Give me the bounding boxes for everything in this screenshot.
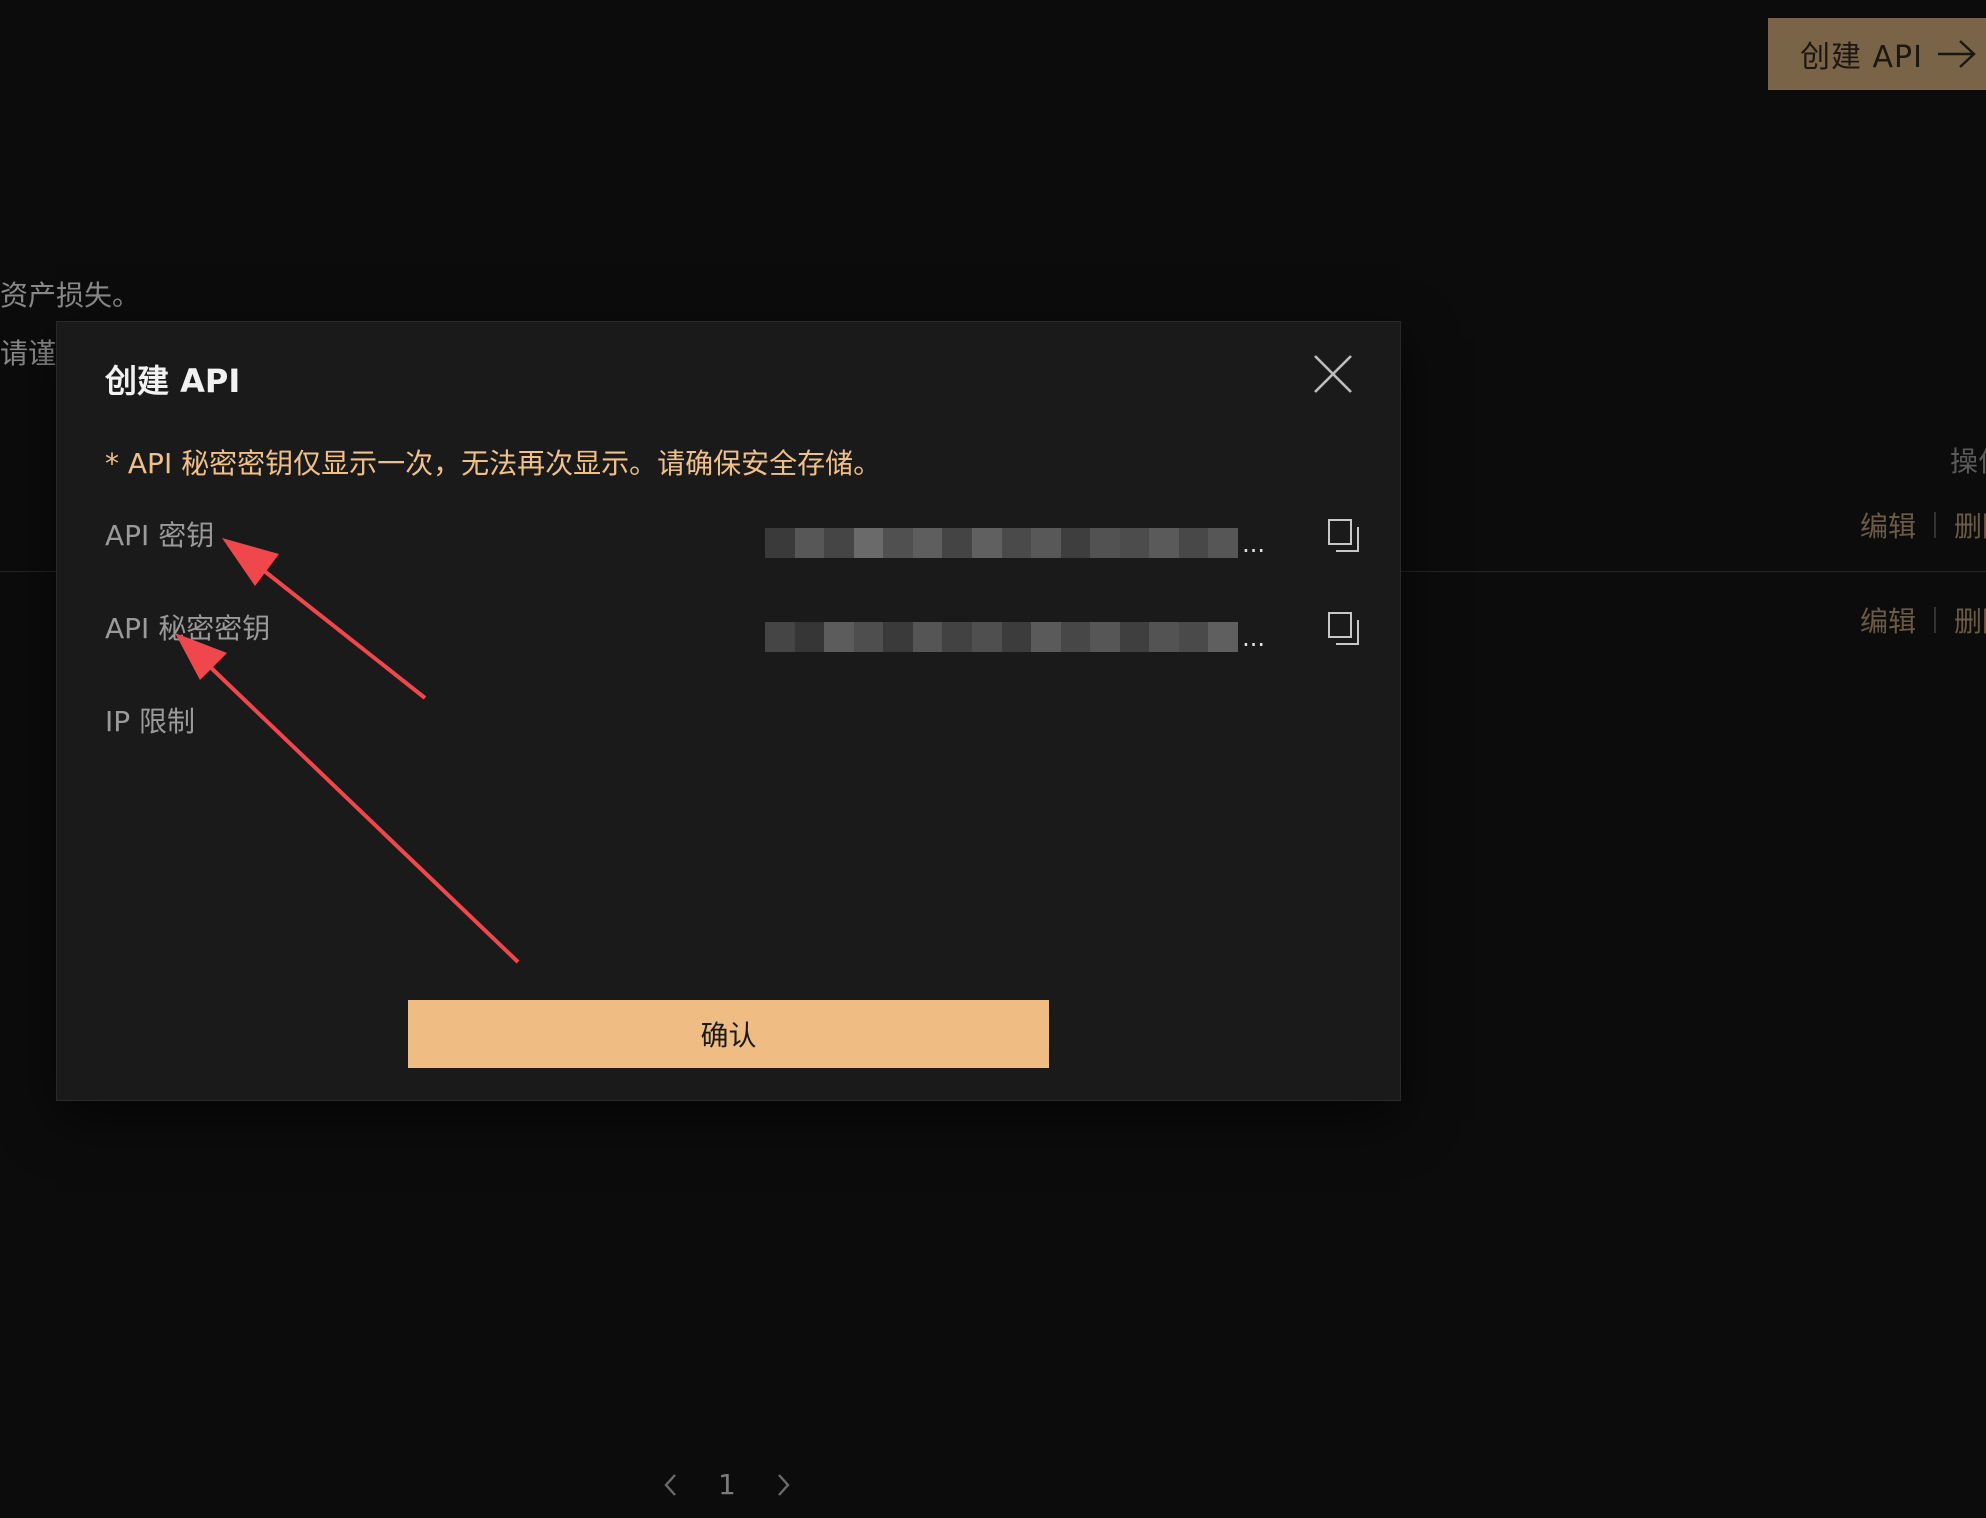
divider <box>1934 607 1937 633</box>
api-secret-key-label: API 秘密密钥 <box>105 612 271 645</box>
chevron-left-icon[interactable] <box>660 1471 682 1499</box>
chevron-right-icon[interactable] <box>772 1471 794 1499</box>
delete-link[interactable]: 删除 <box>1954 505 1986 545</box>
truncation-ellipsis: ... <box>1242 624 1265 652</box>
edit-link[interactable]: 编辑 <box>1860 505 1916 545</box>
page-number-current[interactable]: 1 <box>718 1468 736 1501</box>
pagination: 1 <box>660 1468 794 1501</box>
ip-restriction-label: IP 限制 <box>105 705 196 738</box>
copy-icon[interactable] <box>1328 612 1360 646</box>
create-api-button-label: 创建 API <box>1800 40 1923 75</box>
api-secret-key-value: ... <box>765 618 1265 652</box>
redacted-value <box>765 528 1238 558</box>
notice-text: * API 秘密密钥仅显示一次，无法再次显示。请确保安全存储。 <box>105 447 882 480</box>
dialog-title: 创建 API <box>105 362 241 400</box>
confirm-button[interactable]: 确认 <box>408 1000 1049 1068</box>
table-row-actions: 编辑 删除 <box>1860 505 1986 545</box>
redacted-value <box>765 622 1238 652</box>
delete-link[interactable]: 删除 <box>1954 600 1986 640</box>
warning-text-line-1: 资产损失。 <box>0 279 141 312</box>
divider <box>1934 512 1937 538</box>
copy-icon[interactable] <box>1328 519 1360 553</box>
edit-link[interactable]: 编辑 <box>1860 600 1916 640</box>
api-key-value: ... <box>765 524 1265 558</box>
actions-column-header: 操作 <box>1950 445 1986 478</box>
arrow-right-icon <box>1938 40 1976 68</box>
create-api-dialog: 创建 API * API 秘密密钥仅显示一次，无法再次显示。请确保安全存储。 A… <box>56 321 1401 1101</box>
truncation-ellipsis: ... <box>1242 530 1265 558</box>
api-key-label: API 密钥 <box>105 519 215 552</box>
close-icon[interactable] <box>1311 352 1355 396</box>
create-api-button[interactable]: 创建 API <box>1768 18 1986 90</box>
table-row-actions: 编辑 删除 <box>1860 600 1986 640</box>
